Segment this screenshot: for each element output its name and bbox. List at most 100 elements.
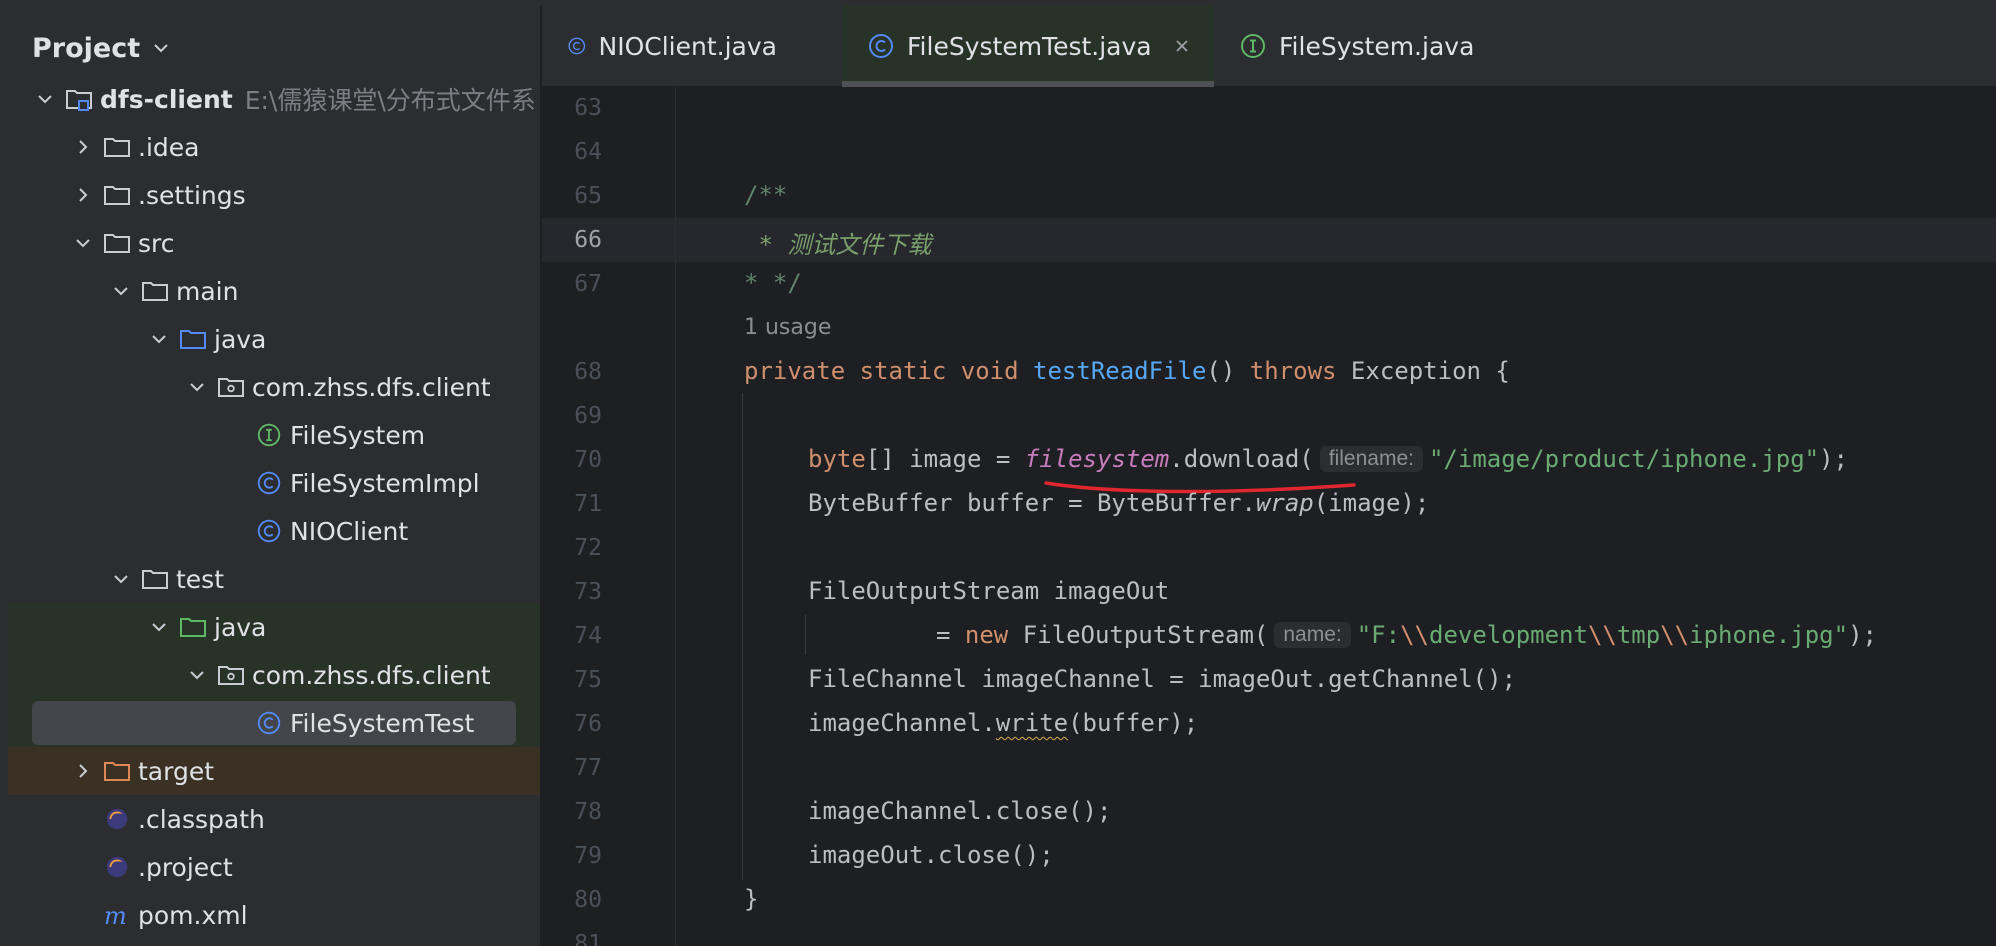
line-number: 76 bbox=[574, 711, 602, 737]
code-line-71: ByteBuffer buffer = ByteBuffer.wrap(imag… bbox=[808, 489, 1430, 517]
code-line-74: = new FileOutputStream(name: "F:\\develop… bbox=[936, 621, 1877, 649]
tree-item[interactable]: com.zhss.dfs.client bbox=[8, 651, 540, 699]
class-icon bbox=[254, 516, 284, 546]
tree-item-label: java bbox=[214, 324, 267, 354]
line-number: 74 bbox=[574, 623, 602, 649]
tree-item[interactable]: java bbox=[8, 603, 540, 651]
folder-icon bbox=[102, 132, 132, 162]
tree-item[interactable]: com.zhss.dfs.client bbox=[8, 363, 540, 411]
tree-item-label: NIOClient bbox=[290, 516, 409, 546]
tab-nioclient[interactable]: NIOClient.java bbox=[567, 5, 777, 87]
tree-item-label: FileSystemImpl bbox=[290, 468, 480, 498]
chevron-down-icon[interactable] bbox=[148, 328, 170, 350]
line-number: 64 bbox=[574, 139, 602, 165]
line-number: 80 bbox=[574, 887, 602, 913]
project-panel: Project dfs-client E:\儒猿课堂\分布式文件系 .idea .se… bbox=[0, 5, 540, 946]
tree-item-label: com.zhss.dfs.client bbox=[252, 372, 491, 402]
line-number-gutter: 63 64 65 66 67 68 69 70 71 72 73 74 75 76 77 78 79 80 81 bbox=[542, 87, 677, 946]
tree-item[interactable]: FileSystem bbox=[8, 411, 540, 459]
line-number: 69 bbox=[574, 403, 602, 429]
tree-item[interactable]: .idea bbox=[8, 123, 540, 171]
package-icon bbox=[216, 372, 246, 402]
tree-item[interactable]: main bbox=[8, 267, 540, 315]
tab-label: FileSystem.java bbox=[1279, 31, 1475, 61]
tree-item[interactable]: m pom.xml bbox=[8, 891, 540, 939]
parameter-hint-filename: filename: bbox=[1319, 446, 1423, 472]
tree-item-label: target bbox=[138, 756, 215, 786]
package-icon bbox=[216, 660, 246, 690]
tree-item[interactable]: java bbox=[8, 315, 540, 363]
code-line-76: imageChannel.write(buffer); bbox=[808, 709, 1199, 737]
line-number: 65 bbox=[574, 183, 602, 209]
line-number: 81 bbox=[574, 931, 602, 946]
tree-item-label: dfs-client bbox=[100, 84, 233, 114]
code-line-75: FileChannel imageChannel = imageOut.getC… bbox=[808, 665, 1517, 693]
tree-item-label: src bbox=[138, 228, 175, 258]
line-number: 66 bbox=[574, 227, 602, 253]
chevron-down-icon[interactable] bbox=[148, 616, 170, 638]
eclipse-file-icon bbox=[102, 852, 132, 882]
folder-icon bbox=[140, 564, 170, 594]
gutter-border bbox=[675, 87, 676, 946]
tree-item[interactable]: dfs-client E:\儒猿课堂\分布式文件系 bbox=[8, 75, 540, 123]
excluded-folder-icon bbox=[102, 756, 132, 786]
line-number: 63 bbox=[574, 95, 602, 121]
project-panel-header[interactable]: Project bbox=[32, 29, 170, 67]
usage-hint[interactable]: 1 usage bbox=[744, 315, 831, 340]
code-editor[interactable]: 63 64 65 66 67 68 69 70 71 72 73 74 75 76 77 78 79 80 81 /… bbox=[542, 87, 1996, 946]
editor-tab-bar: NIOClient.java FileSystemTest.java FileS… bbox=[542, 5, 1996, 87]
tree-item-label: FileSystemTest bbox=[290, 708, 475, 738]
chevron-down-icon[interactable] bbox=[186, 664, 208, 686]
tree-item[interactable]: NIOClient bbox=[8, 507, 540, 555]
chevron-down-icon[interactable] bbox=[72, 232, 94, 254]
tree-item[interactable]: FileSystemTest bbox=[8, 699, 540, 747]
tree-item[interactable]: src bbox=[8, 219, 540, 267]
tree-item[interactable]: FileSystemImpl bbox=[8, 459, 540, 507]
chevron-down-icon[interactable] bbox=[110, 280, 132, 302]
tree-item[interactable]: target bbox=[8, 747, 540, 795]
tree-item-label: .settings bbox=[138, 180, 246, 210]
tab-label: FileSystemTest.java bbox=[907, 31, 1152, 61]
tree-item-label: pom.xml bbox=[138, 900, 248, 930]
tab-label: NIOClient.java bbox=[598, 31, 777, 61]
tree-item-label: com.zhss.dfs.client bbox=[252, 660, 491, 690]
line-number: 70 bbox=[574, 447, 602, 473]
svg-text:m: m bbox=[104, 902, 127, 930]
chevron-right-icon[interactable] bbox=[72, 184, 94, 206]
test-folder-icon bbox=[178, 612, 208, 642]
tree-item-label: .idea bbox=[138, 132, 200, 162]
tree-item-label: .classpath bbox=[138, 804, 265, 834]
folder-icon bbox=[102, 180, 132, 210]
interface-icon bbox=[1241, 34, 1265, 58]
tree-item[interactable]: .settings bbox=[8, 171, 540, 219]
tree-item-label: java bbox=[214, 612, 267, 642]
tab-filesystemtest[interactable]: FileSystemTest.java bbox=[842, 5, 1214, 87]
line-number: 71 bbox=[574, 491, 602, 517]
tree-item[interactable]: .classpath bbox=[8, 795, 540, 843]
line-number: 67 bbox=[574, 271, 602, 297]
source-folder-icon bbox=[178, 324, 208, 354]
tab-filesystem[interactable]: FileSystem.java bbox=[1239, 5, 1479, 87]
line-number: 79 bbox=[574, 843, 602, 869]
code-line-70: byte[] image = filesystem.download(filen… bbox=[808, 445, 1849, 473]
module-path: E:\儒猿课堂\分布式文件系 bbox=[244, 86, 536, 115]
tree-item[interactable]: .project bbox=[8, 843, 540, 891]
folder-icon bbox=[140, 276, 170, 306]
chevron-right-icon[interactable] bbox=[72, 136, 94, 158]
warning-squiggle: write bbox=[995, 709, 1069, 737]
close-icon[interactable] bbox=[1174, 38, 1190, 54]
line-number: 75 bbox=[574, 667, 602, 693]
interface-icon bbox=[254, 420, 284, 450]
chevron-down-icon[interactable] bbox=[34, 88, 56, 110]
chevron-down-icon[interactable] bbox=[110, 568, 132, 590]
indent-guide bbox=[805, 615, 806, 655]
filesystem-field: filesystem bbox=[1024, 445, 1170, 473]
tree-item[interactable]: test bbox=[8, 555, 540, 603]
code-line-68: private static void testReadFile() throw… bbox=[744, 357, 1510, 385]
chevron-right-icon[interactable] bbox=[72, 760, 94, 782]
eclipse-file-icon bbox=[102, 804, 132, 834]
chevron-down-icon[interactable] bbox=[186, 376, 208, 398]
tree-item-label: FileSystem bbox=[290, 420, 426, 450]
code-line-79: imageOut.close(); bbox=[808, 841, 1054, 869]
class-icon bbox=[254, 708, 284, 738]
